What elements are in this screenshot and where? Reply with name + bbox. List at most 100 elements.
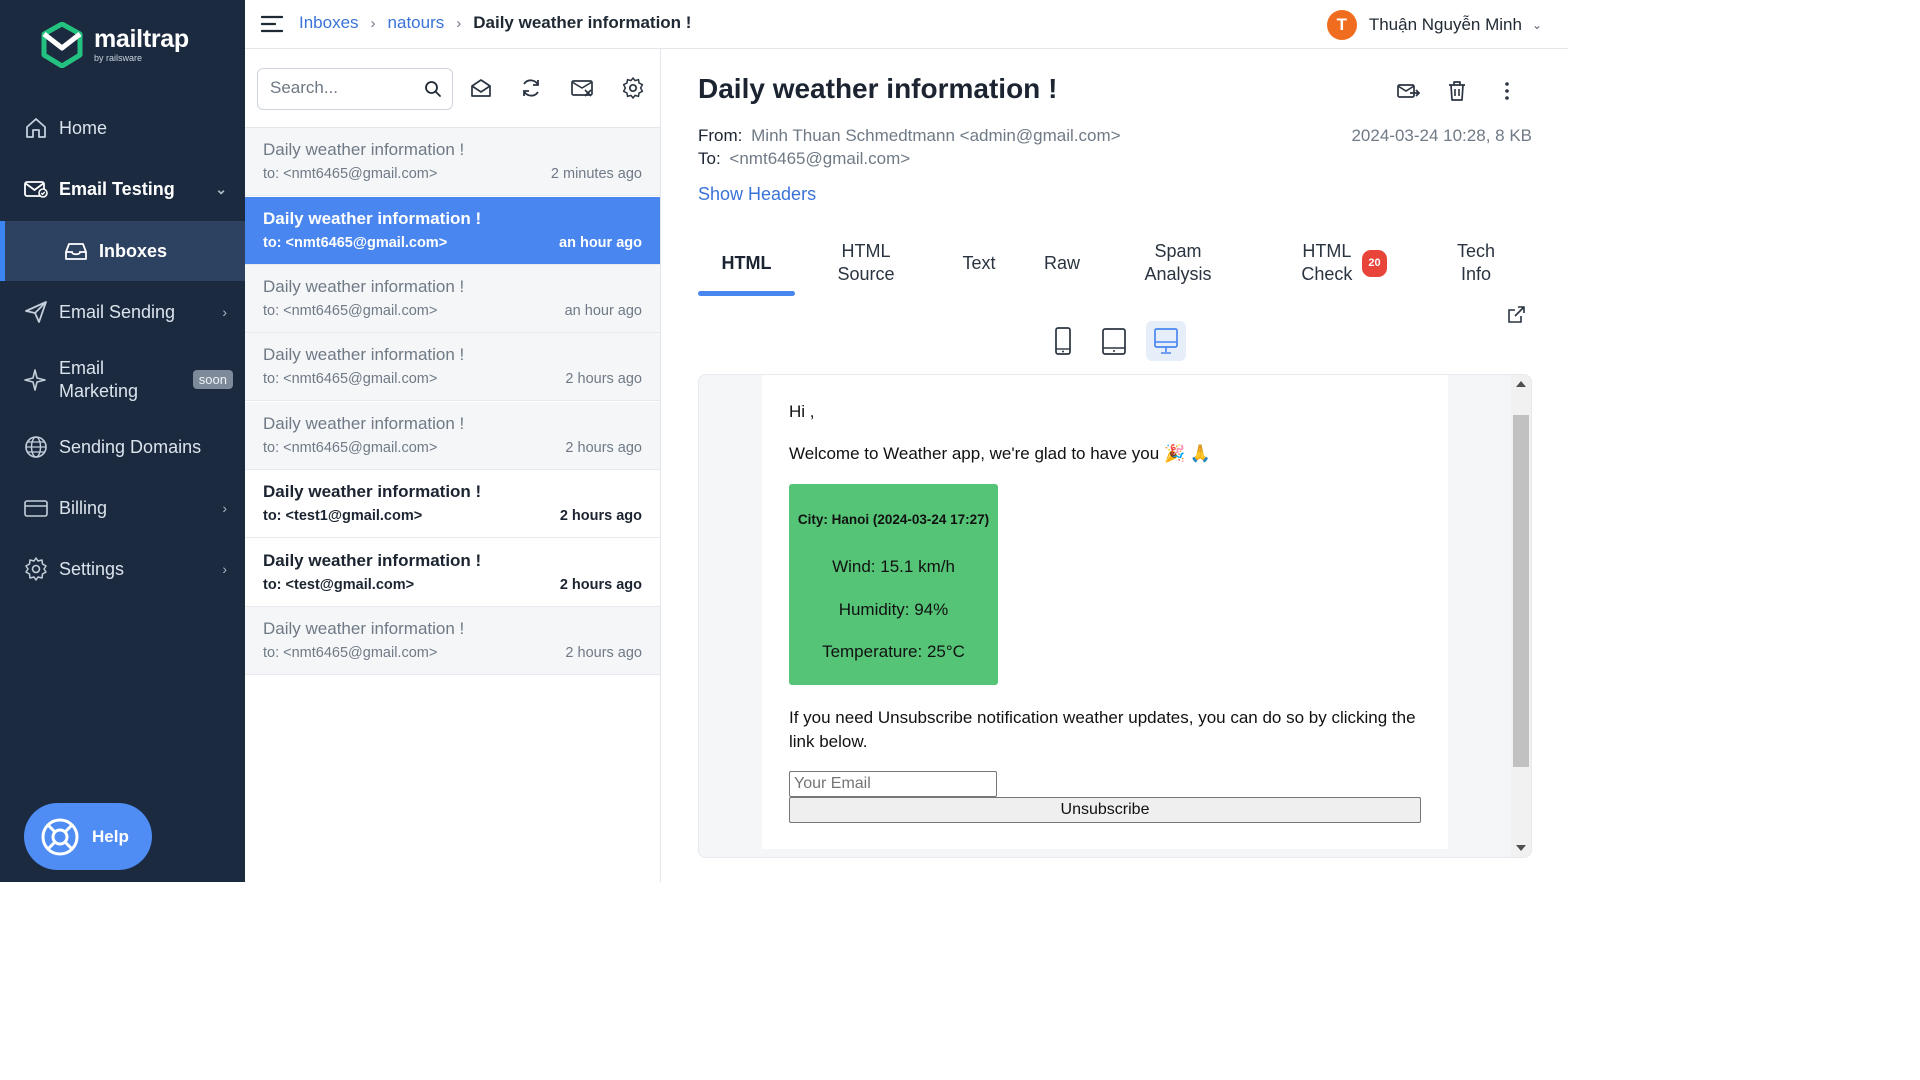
tab-text[interactable]: Text: [941, 229, 1017, 297]
tab-label: Tech Info: [1457, 240, 1495, 286]
message-row[interactable]: Daily weather information ! to: <test@gm…: [245, 539, 660, 607]
refresh-button[interactable]: [519, 76, 543, 100]
message-row[interactable]: Daily weather information ! to: <nmt6465…: [245, 265, 660, 333]
email-testing-icon: [23, 176, 49, 202]
trash-icon: [1449, 81, 1465, 101]
soon-badge: soon: [192, 370, 233, 389]
preview-scrollbar[interactable]: [1511, 375, 1531, 857]
tab-html[interactable]: HTML: [698, 229, 795, 297]
unsubscribe-button[interactable]: Unsubscribe: [789, 797, 1421, 823]
message-subject: Daily weather information !: [263, 482, 482, 501]
message-recipient: to: <test1@gmail.com>: [263, 508, 423, 524]
message-time: 2 hours ago: [559, 577, 642, 593]
scroll-down-icon[interactable]: [1516, 845, 1526, 851]
mailtrap-logo[interactable]: mailtrap by railsware: [40, 22, 189, 68]
envelope-open-icon: [471, 79, 491, 97]
chevron-right-icon: ›: [222, 500, 227, 516]
sidebar-item-email-marketing[interactable]: Email Marketing soon: [0, 352, 245, 408]
sidebar-item-email-testing[interactable]: Email Testing ⌄: [0, 168, 245, 210]
tab-tech-info[interactable]: Tech Info: [1442, 229, 1510, 297]
brand-sub: by railsware: [94, 53, 143, 63]
breadcrumb-current: Daily weather information !: [473, 13, 692, 32]
forward-button[interactable]: [1396, 79, 1421, 103]
sidebar-item-settings[interactable]: Settings ›: [0, 549, 245, 589]
message-row[interactable]: Daily weather information ! to: <nmt6465…: [245, 333, 660, 401]
message-time: 2 minutes ago: [550, 166, 642, 182]
to-line: To: <nmt6465@gmail.com>: [698, 149, 910, 169]
clear-inbox-button[interactable]: [570, 76, 594, 100]
message-row[interactable]: Daily weather information ! to: <nmt6465…: [245, 128, 660, 196]
sidebar-item-home[interactable]: Home: [0, 108, 245, 148]
sidebar-item-label: Email Marketing: [59, 357, 138, 403]
delete-button[interactable]: [1445, 79, 1469, 103]
scroll-up-icon[interactable]: [1516, 381, 1526, 387]
message-recipient: to: <nmt6465@gmail.com>: [263, 166, 438, 182]
message-row[interactable]: Daily weather information ! to: <nmt6465…: [245, 607, 660, 675]
message-recipient: to: <test@gmail.com>: [263, 577, 415, 593]
tab-html-check[interactable]: HTML Check 20: [1276, 229, 1412, 297]
home-icon: [23, 115, 49, 141]
search-icon[interactable]: [424, 80, 442, 98]
message-detail: Daily weather information ! From: Minh T…: [661, 49, 1568, 882]
user-menu[interactable]: T Thuận Nguyễn Minh ⌄: [1326, 10, 1542, 40]
sidebar-item-inboxes[interactable]: Inboxes: [0, 221, 245, 281]
more-options-button[interactable]: [1495, 79, 1519, 103]
help-button[interactable]: Help: [24, 803, 152, 870]
more-vertical-icon: [1505, 82, 1509, 100]
chevron-down-icon: ⌄: [1531, 18, 1542, 32]
desktop-view-button[interactable]: [1146, 321, 1186, 361]
breadcrumb-inboxes[interactable]: Inboxes: [299, 13, 359, 33]
search-box: [257, 68, 453, 110]
mobile-view-button[interactable]: [1043, 321, 1083, 361]
marketing-label-line2: Marketing: [59, 381, 139, 401]
sidebar: mailtrap by railsware Home Email Testing…: [0, 0, 245, 882]
tab-html-source[interactable]: HTML Source: [818, 229, 914, 297]
tab-label-line1: HTML: [1302, 241, 1352, 261]
message-row[interactable]: Daily weather information ! to: <nmt6465…: [245, 402, 660, 470]
tab-label: Text: [962, 252, 996, 273]
html-check-badge: 20: [1362, 249, 1387, 277]
external-link-icon[interactable]: [1506, 305, 1526, 325]
message-subject: Daily weather information !: [263, 414, 465, 433]
message-time: 2 hours ago: [565, 371, 642, 387]
tab-label-line2: Analysis: [1144, 264, 1212, 284]
scrollbar-thumb[interactable]: [1513, 415, 1529, 767]
email-field[interactable]: [789, 771, 997, 797]
send-icon: [23, 299, 49, 325]
desktop-icon: [1154, 328, 1178, 354]
weather-city: City: Hanoi (2024-03-24 17:27): [797, 512, 990, 527]
message-recipient: to: <nmt6465@gmail.com>: [263, 440, 438, 456]
chevron-right-icon: ›: [222, 304, 227, 320]
from-value: Minh Thuan Schmedtmann <admin@gmail.com>: [751, 126, 1121, 145]
tab-raw[interactable]: Raw: [1028, 229, 1096, 297]
weather-card: City: Hanoi (2024-03-24 17:27) Wind: 15.…: [789, 484, 998, 685]
message-list-panel: Daily weather information ! to: <nmt6465…: [245, 49, 661, 882]
message-time: an hour ago: [559, 235, 642, 251]
breadcrumb-natours[interactable]: natours: [388, 13, 445, 33]
tab-spam-analysis[interactable]: Spam Analysis: [1126, 229, 1230, 297]
tab-label-line2: Check: [1301, 264, 1353, 284]
tab-label: HTML Source: [837, 240, 894, 286]
from-label: From:: [698, 126, 743, 145]
clear-messages-icon: [571, 80, 593, 97]
show-headers-link[interactable]: Show Headers: [698, 184, 816, 205]
sidebar-item-billing[interactable]: Billing ›: [0, 488, 245, 528]
breadcrumb-separator-icon: ›: [370, 14, 376, 32]
to-label: To:: [698, 149, 721, 168]
help-label: Help: [92, 826, 129, 846]
from-line: From: Minh Thuan Schmedtmann <admin@gmai…: [698, 126, 1121, 146]
message-row-selected[interactable]: Daily weather information ! to: <nmt6465…: [245, 197, 660, 265]
menu-icon[interactable]: [261, 14, 283, 34]
message-subject: Daily weather information !: [263, 345, 465, 364]
search-input[interactable]: [270, 69, 420, 107]
mark-read-button[interactable]: [469, 76, 493, 100]
message-time: an hour ago: [564, 303, 642, 319]
sidebar-item-sending-domains[interactable]: Sending Domains: [0, 427, 245, 467]
tablet-view-button[interactable]: [1094, 321, 1134, 361]
inbox-settings-button[interactable]: [621, 76, 645, 100]
tablet-icon: [1102, 328, 1126, 355]
email-welcome: Welcome to Weather app, we're glad to ha…: [789, 444, 1211, 463]
tab-label: HTML Check: [1301, 240, 1352, 286]
sidebar-item-email-sending[interactable]: Email Sending ›: [0, 292, 245, 332]
message-row[interactable]: Daily weather information ! to: <test1@g…: [245, 470, 660, 538]
